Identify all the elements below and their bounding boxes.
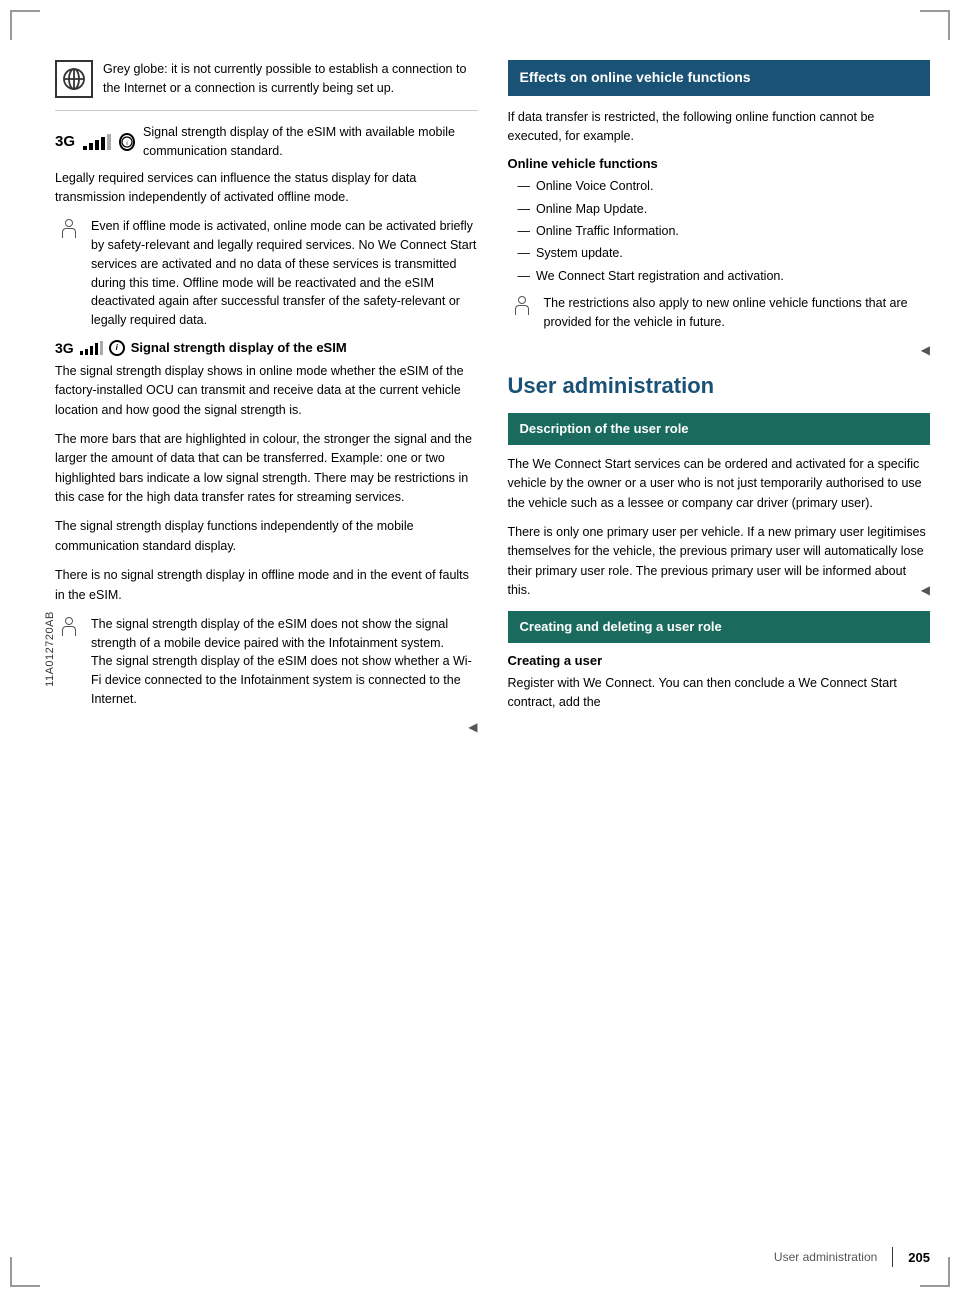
signal-section-heading-text: Signal strength display of the eSIM — [131, 340, 347, 355]
signal-3g-label: 3G — [55, 133, 75, 150]
svg-text:i: i — [126, 141, 127, 147]
signal-row: 3G i Signal strength display of the eSIM… — [55, 123, 478, 161]
desc-role-heading: Description of the user role — [508, 413, 931, 445]
right-column: Effects on online vehicle functions If d… — [508, 60, 931, 734]
creating-heading-text: Creating and deleting a user role — [520, 619, 722, 634]
signal-bars-icon — [83, 134, 111, 150]
user-admin-title: User administration — [508, 373, 931, 399]
grey-globe-icon — [55, 60, 93, 98]
signal-body2: The more bars that are highlighted in co… — [55, 430, 478, 508]
online-function-5-text: We Connect Start registration and activa… — [536, 267, 784, 286]
note1-text: Even if offline mode is activated, onlin… — [91, 217, 478, 330]
dash-4: — — [518, 244, 531, 263]
note2-text: The signal strength display of the eSIM … — [91, 615, 478, 709]
legally-text: Legally required services can influence … — [55, 169, 478, 208]
grey-globe-text: Grey globe: it is not currently possible… — [103, 60, 478, 98]
effects-heading: Effects on online vehicle functions — [508, 60, 931, 96]
end-marker-left: ◀ — [55, 719, 478, 734]
corner-bl — [10, 1257, 40, 1287]
signal-body3: The signal strength display functions in… — [55, 517, 478, 556]
online-functions-list: — Online Voice Control. — Online Map Upd… — [518, 177, 931, 286]
online-function-1: — Online Voice Control. — [518, 177, 931, 196]
signal-body1: The signal strength display shows in onl… — [55, 362, 478, 420]
left-column: Grey globe: it is not currently possible… — [55, 60, 478, 734]
grey-globe-section: Grey globe: it is not currently possible… — [55, 60, 478, 98]
person-icon-2 — [55, 615, 83, 636]
online-function-3: — Online Traffic Information. — [518, 222, 931, 241]
desc-role-body2: There is only one primary user per vehic… — [508, 523, 931, 601]
note2-row: The signal strength display of the eSIM … — [55, 615, 478, 709]
online-function-1-text: Online Voice Control. — [536, 177, 653, 196]
creating-user-subheading: Creating a user — [508, 653, 931, 668]
restrictions-note-text: The restrictions also apply to new onlin… — [544, 294, 931, 332]
online-function-2: — Online Map Update. — [518, 200, 931, 219]
esim-icon-2: i — [109, 340, 125, 356]
dash-3: — — [518, 222, 531, 241]
signal-strength-heading-row: 3G i Signal strength display of the eSIM — [55, 340, 478, 356]
signal-3g-label-2: 3G — [55, 340, 74, 356]
effects-intro: If data transfer is restricted, the foll… — [508, 108, 931, 147]
online-function-3-text: Online Traffic Information. — [536, 222, 679, 241]
online-function-4: — System update. — [518, 244, 931, 263]
online-function-4-text: System update. — [536, 244, 623, 263]
restrictions-note-row: The restrictions also apply to new onlin… — [508, 294, 931, 332]
corner-tl — [10, 10, 40, 40]
esim-icon: i — [119, 133, 135, 151]
dash-1: — — [518, 177, 531, 196]
dash-2: — — [518, 200, 531, 219]
note2-text-content: The signal strength display of the eSIM … — [91, 617, 472, 706]
corner-tr — [920, 10, 950, 40]
footer-divider — [892, 1247, 893, 1267]
end-triangle-2: ◀ — [921, 581, 930, 600]
signal-body4: There is no signal strength display in o… — [55, 566, 478, 605]
desc-role-body1: The We Connect Start services can be ord… — [508, 455, 931, 513]
restrictions-note-content: The restrictions also apply to new onlin… — [544, 296, 908, 329]
creating-heading: Creating and deleting a user role — [508, 611, 931, 643]
footer-page-number: 205 — [908, 1250, 930, 1265]
dash-5: — — [518, 267, 531, 286]
page: 11A012720AB Grey globe: it is not curren… — [0, 0, 960, 1297]
person-icon-1 — [55, 217, 83, 238]
online-function-2-text: Online Map Update. — [536, 200, 647, 219]
divider-1 — [55, 110, 478, 111]
signal-description: Signal strength display of the eSIM with… — [143, 123, 477, 161]
note1-row: Even if offline mode is activated, onlin… — [55, 217, 478, 330]
signal-bars-icon-2 — [80, 341, 103, 355]
footer: User administration 205 — [774, 1247, 930, 1267]
online-function-5: — We Connect Start registration and acti… — [518, 267, 931, 286]
footer-section-text: User administration — [774, 1250, 877, 1264]
creating-user-body: Register with We Connect. You can then c… — [508, 674, 931, 713]
online-functions-heading: Online vehicle functions — [508, 156, 931, 171]
end-marker-right-1: ◀ — [508, 342, 931, 357]
person-icon-3 — [508, 294, 536, 315]
sidebar-label: 11A012720AB — [44, 611, 56, 687]
